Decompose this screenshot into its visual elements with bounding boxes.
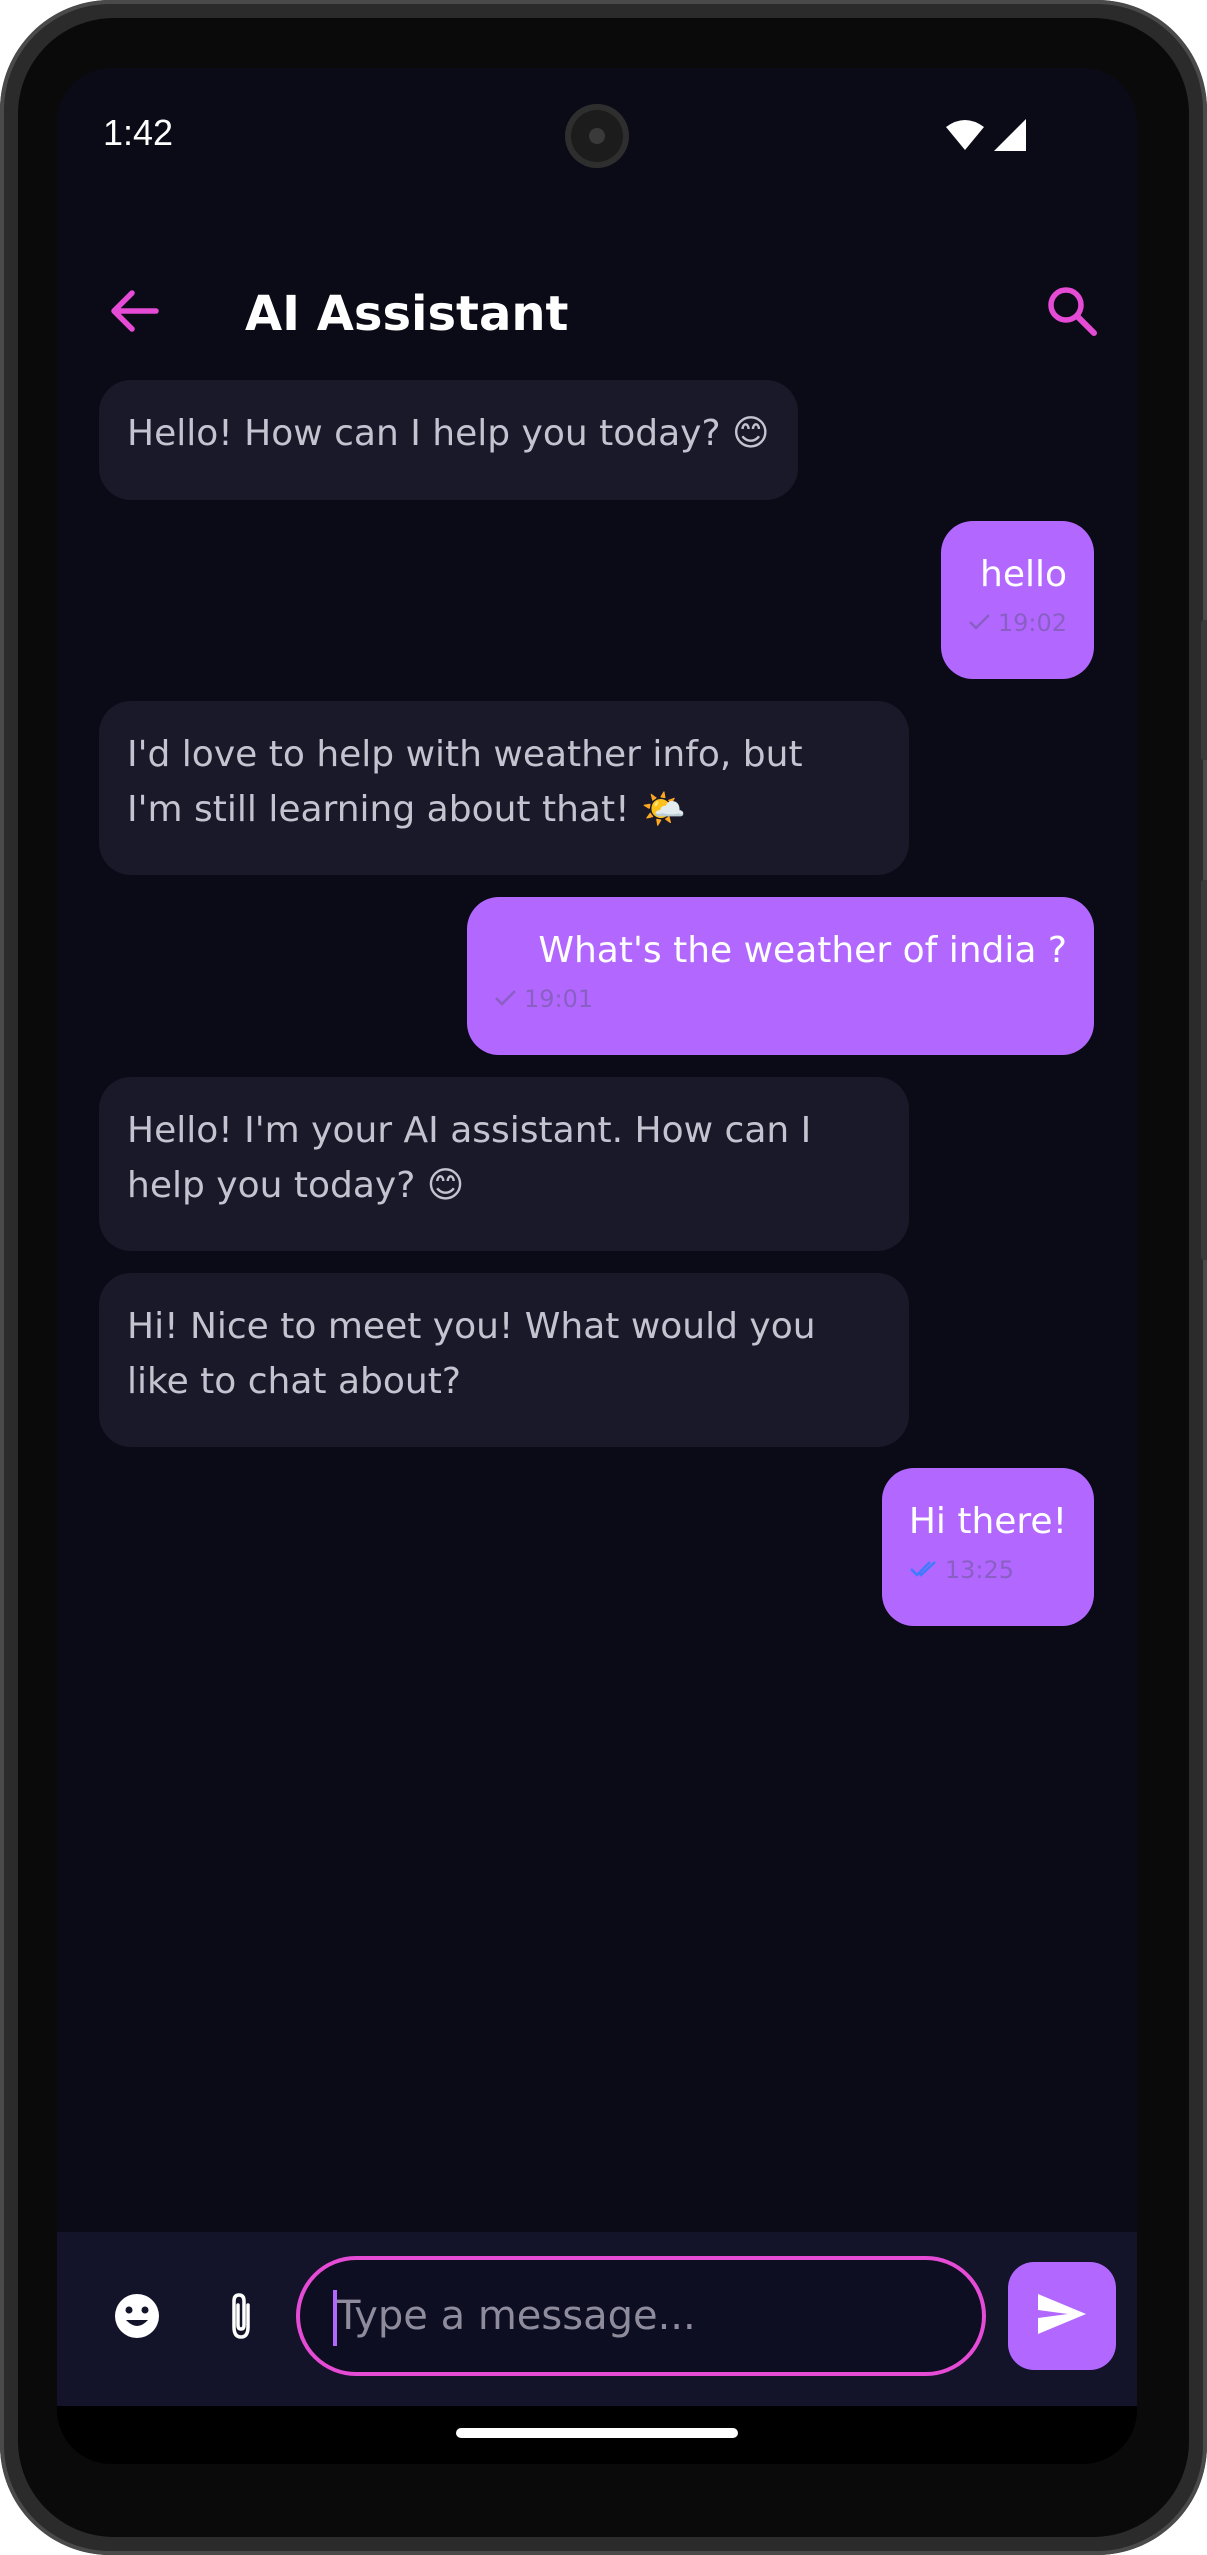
message-text: Hello! How can I help you today? 😊 bbox=[127, 413, 770, 454]
text-cursor bbox=[333, 2290, 337, 2346]
search-button[interactable] bbox=[1037, 278, 1107, 348]
send-button[interactable] bbox=[1008, 2262, 1116, 2370]
user-message: What's the weather of india ? 19:01 bbox=[467, 897, 1094, 1055]
message-text: Hi! Nice to meet you! What would you lik… bbox=[127, 1306, 816, 1402]
front-camera bbox=[565, 104, 629, 168]
navigation-bar bbox=[57, 2406, 1137, 2464]
message-text: Hi there! bbox=[908, 1501, 1067, 1542]
message-time: 13:25 bbox=[944, 1556, 1014, 1584]
message-meta: 19:01 bbox=[494, 984, 1067, 1014]
paperclip-icon bbox=[226, 2291, 256, 2345]
user-message: hello 19:02 bbox=[940, 521, 1094, 679]
double-check-icon bbox=[909, 1555, 939, 1585]
message-meta: 19:02 bbox=[968, 608, 1067, 638]
bot-message: Hello! I'm your AI assistant. How can I … bbox=[99, 1077, 909, 1251]
home-indicator[interactable] bbox=[456, 2428, 738, 2438]
bot-message: Hi! Nice to meet you! What would you lik… bbox=[99, 1273, 909, 1447]
back-button[interactable] bbox=[99, 278, 169, 348]
app-bar: AI Assistant bbox=[57, 248, 1137, 378]
emoji-button[interactable] bbox=[105, 2286, 169, 2350]
message-text: What's the weather of india ? bbox=[538, 930, 1067, 971]
power-button bbox=[1201, 620, 1207, 760]
message-meta: 13:25 bbox=[909, 1555, 1067, 1585]
check-icon bbox=[494, 984, 518, 1014]
search-icon bbox=[1046, 285, 1098, 341]
message-time: 19:01 bbox=[524, 985, 594, 1013]
message-text: Hello! I'm your AI assistant. How can I … bbox=[127, 1110, 812, 1206]
composer-bar bbox=[57, 2232, 1137, 2406]
bot-message: Hello! How can I help you today? 😊 bbox=[99, 380, 798, 500]
attach-button[interactable] bbox=[209, 2286, 273, 2350]
message-input[interactable] bbox=[296, 2256, 986, 2376]
user-message: Hi there! 13:25 bbox=[881, 1468, 1094, 1626]
volume-button bbox=[1201, 880, 1207, 1260]
status-time: 1:42 bbox=[103, 112, 174, 153]
screen: 1:42 AI Assistant Hello! How can I help … bbox=[57, 68, 1137, 2464]
message-time: 19:02 bbox=[997, 609, 1067, 637]
emoji-icon bbox=[113, 2292, 161, 2344]
status-bar: 1:42 bbox=[57, 68, 1137, 208]
cellular-signal-icon bbox=[993, 118, 1027, 156]
arrow-left-icon bbox=[108, 289, 160, 337]
status-icons bbox=[945, 118, 1027, 156]
page-title: AI Assistant bbox=[245, 286, 569, 342]
bot-message: I'd love to help with weather info, but … bbox=[99, 701, 909, 875]
send-icon bbox=[1036, 2292, 1088, 2340]
message-text: hello bbox=[980, 554, 1067, 595]
message-text: I'd love to help with weather info, but … bbox=[127, 734, 803, 830]
check-icon bbox=[968, 608, 992, 638]
wifi-icon bbox=[945, 118, 985, 156]
